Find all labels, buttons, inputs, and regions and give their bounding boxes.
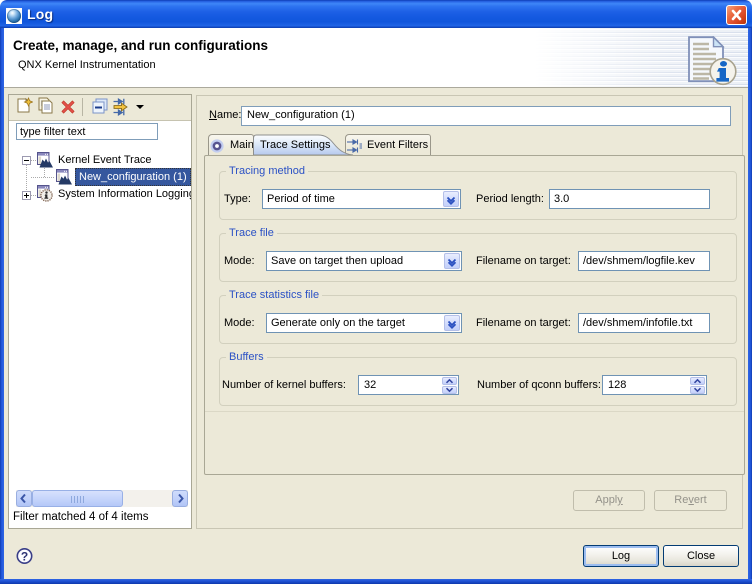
svg-text:?: ? — [21, 549, 28, 563]
